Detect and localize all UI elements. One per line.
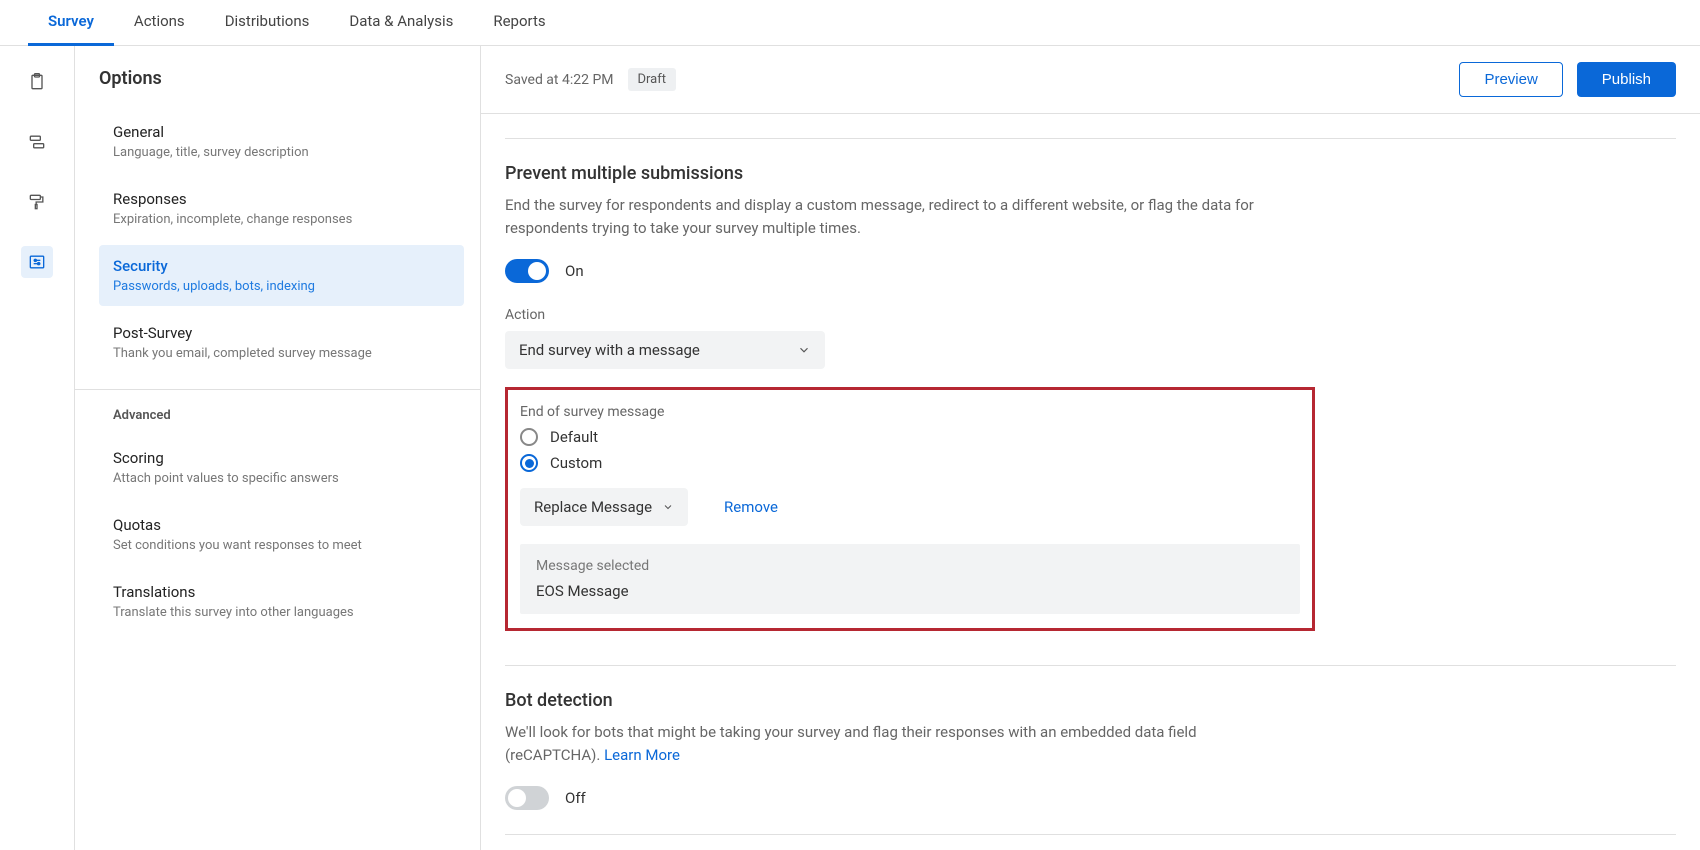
message-actions: Replace Message Remove — [520, 488, 1300, 526]
flow-icon[interactable] — [21, 126, 53, 158]
chevron-down-icon — [797, 343, 811, 357]
radio-label: Custom — [550, 454, 602, 472]
message-selected-caption: Message selected — [536, 558, 1284, 574]
section-title: Bot detection — [505, 690, 1676, 711]
paint-roller-icon[interactable] — [21, 186, 53, 218]
toggle-row-bot: Off — [505, 786, 1676, 810]
radio-default[interactable]: Default — [520, 428, 1300, 446]
eos-label: End of survey message — [520, 404, 1300, 420]
sidebar-title: Options — [99, 68, 464, 89]
eos-highlight-box: End of survey message Default Custom Rep… — [505, 387, 1315, 631]
sidebar-item-label: Translations — [113, 583, 450, 601]
sidebar-item-label: Responses — [113, 190, 450, 208]
sidebar-item-security[interactable]: Security Passwords, uploads, bots, index… — [99, 245, 464, 306]
remove-link[interactable]: Remove — [724, 498, 778, 516]
tab-distributions[interactable]: Distributions — [205, 0, 330, 46]
sidebar-item-desc: Passwords, uploads, bots, indexing — [113, 279, 450, 294]
clipboard-icon[interactable] — [21, 66, 53, 98]
toggle-prevent-multiple[interactable] — [505, 259, 549, 283]
replace-message-dropdown[interactable]: Replace Message — [520, 488, 688, 526]
action-select[interactable]: End survey with a message — [505, 331, 825, 369]
sidebar-item-desc: Expiration, incomplete, change responses — [113, 212, 450, 227]
radio-icon — [520, 428, 538, 446]
sidebar-item-responses[interactable]: Responses Expiration, incomplete, change… — [99, 178, 464, 239]
learn-more-link[interactable]: Learn More — [604, 746, 680, 764]
sidebar-item-quotas[interactable]: Quotas Set conditions you want responses… — [99, 504, 464, 565]
section-desc: We'll look for bots that might be taking… — [505, 721, 1285, 766]
tab-reports[interactable]: Reports — [473, 0, 565, 46]
radio-label: Default — [550, 428, 598, 446]
sidebar-item-label: General — [113, 123, 450, 141]
top-nav: Survey Actions Distributions Data & Anal… — [0, 0, 1700, 46]
sidebar-divider — [75, 389, 480, 390]
section-divider — [505, 665, 1676, 666]
section-divider — [505, 834, 1676, 835]
icon-rail — [0, 46, 75, 850]
sidebar-item-translations[interactable]: Translations Translate this survey into … — [99, 571, 464, 632]
section-title: Prevent multiple submissions — [505, 163, 1676, 184]
sidebar-item-label: Post-Survey — [113, 324, 450, 342]
sidebar-item-general[interactable]: General Language, title, survey descript… — [99, 111, 464, 172]
sidebar-item-label: Quotas — [113, 516, 450, 534]
options-sidebar: Options General Language, title, survey … — [75, 46, 481, 850]
section-desc: End the survey for respondents and displ… — [505, 194, 1285, 239]
tab-actions[interactable]: Actions — [114, 0, 205, 46]
draft-badge: Draft — [628, 68, 677, 91]
sidebar-item-desc: Set conditions you want responses to mee… — [113, 538, 450, 553]
publish-button[interactable]: Publish — [1577, 62, 1676, 97]
sidebar-item-scoring[interactable]: Scoring Attach point values to specific … — [99, 437, 464, 498]
sidebar-item-post-survey[interactable]: Post-Survey Thank you email, completed s… — [99, 312, 464, 373]
tab-data-analysis[interactable]: Data & Analysis — [329, 0, 473, 46]
sidebar-item-desc: Thank you email, completed survey messag… — [113, 346, 450, 361]
toggle-label: Off — [565, 789, 586, 807]
toggle-row-prevent: On — [505, 259, 1676, 283]
sidebar-item-label: Scoring — [113, 449, 450, 467]
section-bot-detection: Bot detection We'll look for bots that m… — [505, 690, 1676, 810]
action-select-value: End survey with a message — [519, 341, 700, 359]
sidebar-item-label: Security — [113, 257, 450, 275]
tab-survey[interactable]: Survey — [28, 0, 114, 46]
saved-timestamp: Saved at 4:22 PM — [505, 72, 614, 88]
content-body[interactable]: Prevent multiple submissions End the sur… — [481, 114, 1700, 850]
content-header: Saved at 4:22 PM Draft Preview Publish — [481, 46, 1700, 114]
radio-icon — [520, 454, 538, 472]
action-field-label: Action — [505, 307, 1676, 323]
sidebar-heading-advanced: Advanced — [99, 408, 464, 437]
sidebar-item-desc: Attach point values to specific answers — [113, 471, 450, 486]
replace-message-label: Replace Message — [534, 498, 652, 516]
chevron-down-icon — [662, 501, 674, 513]
sidebar-item-desc: Language, title, survey description — [113, 145, 450, 160]
preview-button[interactable]: Preview — [1459, 62, 1562, 97]
section-divider — [505, 138, 1676, 139]
toggle-bot-detection[interactable] — [505, 786, 549, 810]
message-preview: Message selected EOS Message — [520, 544, 1300, 614]
section-prevent-multiple: Prevent multiple submissions End the sur… — [505, 163, 1676, 631]
sliders-icon[interactable] — [21, 246, 53, 278]
message-selected-value: EOS Message — [536, 582, 1284, 600]
toggle-label: On — [565, 262, 584, 280]
content-area: Saved at 4:22 PM Draft Preview Publish P… — [481, 46, 1700, 850]
sidebar-item-desc: Translate this survey into other languag… — [113, 605, 450, 620]
radio-custom[interactable]: Custom — [520, 454, 1300, 472]
